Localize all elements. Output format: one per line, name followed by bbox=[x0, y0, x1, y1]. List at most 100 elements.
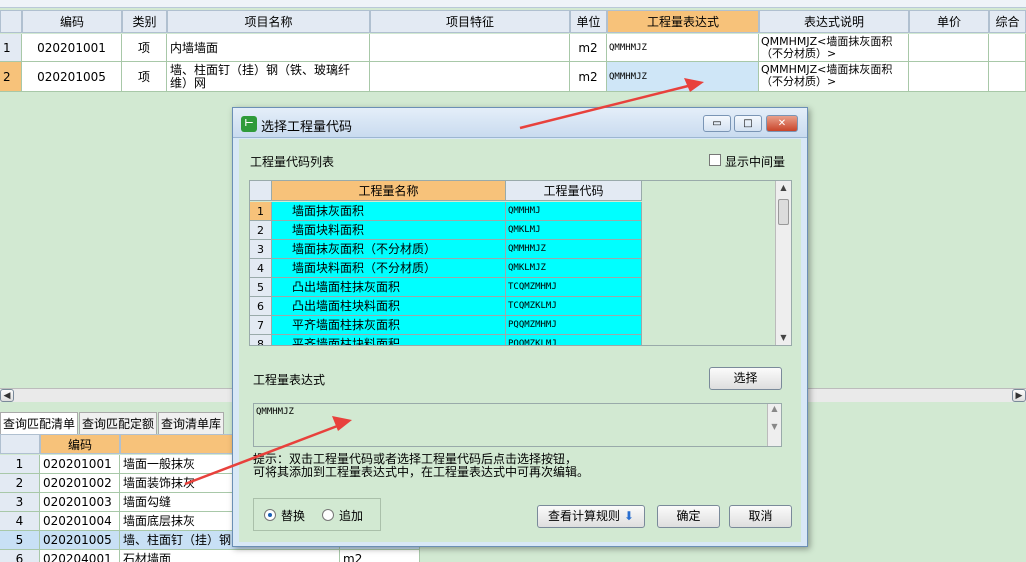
cell-expr[interactable]: QMMHMJZ bbox=[607, 62, 759, 92]
header-feature[interactable]: 项目特征 bbox=[370, 10, 570, 33]
lower-row-number[interactable]: 5 bbox=[0, 531, 40, 550]
cell-code[interactable]: 020201001 bbox=[22, 34, 122, 62]
show-middle-checkbox[interactable] bbox=[709, 154, 721, 166]
lower-row-number[interactable]: 3 bbox=[0, 493, 40, 512]
lower-cell-code[interactable]: 020201002 bbox=[40, 474, 120, 493]
cell-total[interactable] bbox=[989, 62, 1026, 92]
header-name[interactable]: 项目名称 bbox=[167, 10, 370, 33]
cell-expr[interactable]: QMMHMJZ bbox=[607, 34, 759, 62]
code-row-number[interactable]: 5 bbox=[250, 278, 272, 297]
code-row-name[interactable]: 平齐墙面柱块料面积 bbox=[272, 335, 506, 345]
code-row-number[interactable]: 8 bbox=[250, 335, 272, 345]
cell-feature[interactable] bbox=[370, 34, 570, 62]
code-list-scrollbar[interactable]: ▲ ▼ bbox=[775, 181, 791, 345]
code-row-number[interactable]: 4 bbox=[250, 259, 272, 278]
lower-row-number[interactable]: 1 bbox=[0, 455, 40, 474]
cell-type[interactable]: 项 bbox=[122, 62, 167, 92]
code-row-number[interactable]: 7 bbox=[250, 316, 272, 335]
header-price[interactable]: 单价 bbox=[909, 10, 989, 33]
lower-cell-code[interactable]: 020201004 bbox=[40, 512, 120, 531]
dialog-title: 选择工程量代码 bbox=[261, 120, 353, 135]
cell-name[interactable]: 墙、柱面钉（挂）钢（铁、玻璃纤维）网 bbox=[167, 62, 370, 92]
lower-row-number[interactable]: 2 bbox=[0, 474, 40, 493]
lower-header-code[interactable]: 编码 bbox=[40, 434, 120, 454]
minimize-icon[interactable]: ▭ bbox=[703, 115, 731, 132]
lower-cell-code[interactable]: 020201003 bbox=[40, 493, 120, 512]
header-code[interactable]: 编码 bbox=[22, 10, 122, 33]
code-list-header-name[interactable]: 工程量名称 bbox=[272, 181, 506, 201]
code-row-name[interactable]: 墙面块料面积 bbox=[272, 221, 506, 240]
select-quantity-code-dialog: ⊢ 选择工程量代码 ▭ □ ✕ 工程量代码列表 显示中间量 工程量名称 工程量代… bbox=[232, 107, 808, 547]
lower-cell-unit[interactable]: m2 bbox=[340, 550, 420, 562]
code-row-code[interactable]: PQQMZKLMJ bbox=[506, 335, 642, 345]
header-unit[interactable]: 单位 bbox=[570, 10, 607, 33]
code-row-code[interactable]: TCQMZMHMJ bbox=[506, 278, 642, 297]
header-expr[interactable]: 工程量表达式 bbox=[607, 10, 759, 33]
code-row-name[interactable]: 平齐墙面柱抹灰面积 bbox=[272, 316, 506, 335]
code-row-name[interactable]: 墙面块料面积（不分材质） bbox=[272, 259, 506, 278]
cancel-button[interactable]: 取消 bbox=[729, 505, 792, 528]
lower-cell-code[interactable]: 020204001 bbox=[40, 550, 120, 562]
close-icon[interactable]: ✕ bbox=[766, 115, 798, 132]
lower-cell-name[interactable]: 石材墙面 bbox=[120, 550, 340, 562]
scroll-up-icon[interactable]: ▲ bbox=[776, 181, 791, 195]
top-toolbar bbox=[0, 0, 1026, 8]
code-row-name[interactable]: 凸出墙面柱抹灰面积 bbox=[272, 278, 506, 297]
cell-type[interactable]: 项 bbox=[122, 34, 167, 62]
header-desc[interactable]: 表达式说明 bbox=[759, 10, 909, 33]
dialog-titlebar[interactable]: ⊢ 选择工程量代码 ▭ □ ✕ bbox=[233, 108, 807, 138]
radio-replace-label: 替换 bbox=[281, 509, 306, 523]
scroll-left-icon[interactable]: ◀ bbox=[0, 389, 14, 402]
code-row-name[interactable]: 墙面抹灰面积 bbox=[272, 202, 506, 221]
tab-match-quota[interactable]: 查询匹配定额 bbox=[79, 412, 158, 435]
code-row-code[interactable]: TCQMZKLMJ bbox=[506, 297, 642, 316]
radio-append[interactable] bbox=[322, 509, 334, 521]
code-row-code[interactable]: QMMHMJ bbox=[506, 202, 642, 221]
cell-feature[interactable] bbox=[370, 62, 570, 92]
code-row-code[interactable]: QMKLMJZ bbox=[506, 259, 642, 278]
radio-replace[interactable] bbox=[264, 509, 276, 521]
app-icon: ⊢ bbox=[241, 116, 257, 132]
expression-scrollbar[interactable]: ▲ ▼ bbox=[767, 404, 781, 446]
lower-cell-code[interactable]: 020201005 bbox=[40, 531, 120, 550]
cell-price[interactable] bbox=[909, 62, 989, 92]
radio-append-label: 追加 bbox=[339, 509, 364, 523]
code-row-name[interactable]: 凸出墙面柱块料面积 bbox=[272, 297, 506, 316]
tab-list-library[interactable]: 查询清单库 bbox=[158, 412, 225, 435]
ok-button[interactable]: 确定 bbox=[657, 505, 720, 528]
cell-unit[interactable]: m2 bbox=[570, 34, 607, 62]
code-row-name[interactable]: 墙面抹灰面积（不分材质） bbox=[272, 240, 506, 259]
maximize-icon[interactable]: □ bbox=[734, 115, 762, 132]
code-row-number[interactable]: 3 bbox=[250, 240, 272, 259]
header-type[interactable]: 类别 bbox=[122, 10, 167, 33]
scroll-down-icon[interactable]: ▼ bbox=[776, 331, 791, 345]
code-row-number[interactable]: 2 bbox=[250, 221, 272, 240]
scroll-right-icon[interactable]: ▶ bbox=[1012, 389, 1026, 402]
lower-row-number[interactable]: 4 bbox=[0, 512, 40, 531]
lower-row-number[interactable]: 6 bbox=[0, 550, 40, 562]
view-rules-button[interactable]: 查看计算规则 ⬇ bbox=[537, 505, 645, 528]
code-row-number[interactable]: 6 bbox=[250, 297, 272, 316]
code-row-code[interactable]: QMMHMJZ bbox=[506, 240, 642, 259]
code-row-code[interactable]: QMKLMJ bbox=[506, 221, 642, 240]
lower-cell-code[interactable]: 020201001 bbox=[40, 455, 120, 474]
expression-textarea[interactable]: QMMHMJZ ▲ ▼ bbox=[253, 403, 782, 447]
code-list-table: 工程量名称 工程量代码 1 墙面抹灰面积 QMMHMJ 2 墙面块料面积 QMK… bbox=[249, 180, 792, 346]
view-rules-label: 查看计算规则 bbox=[548, 509, 621, 523]
code-row-code[interactable]: PQQMZMHMJ bbox=[506, 316, 642, 335]
cell-desc[interactable]: QMMHMJZ<墙面抹灰面积（不分材质）> bbox=[759, 34, 909, 62]
cell-total[interactable] bbox=[989, 34, 1026, 62]
cell-desc[interactable]: QMMHMJZ<墙面抹灰面积（不分材质）> bbox=[759, 62, 909, 92]
tab-match-list[interactable]: 查询匹配清单 bbox=[0, 412, 79, 435]
scroll-thumb[interactable] bbox=[778, 199, 789, 225]
code-list-header-code[interactable]: 工程量代码 bbox=[506, 181, 642, 201]
cell-unit[interactable]: m2 bbox=[570, 62, 607, 92]
code-row-number[interactable]: 1 bbox=[250, 202, 272, 221]
cell-code[interactable]: 020201005 bbox=[22, 62, 122, 92]
row-number[interactable]: 1 bbox=[0, 34, 22, 62]
row-number[interactable]: 2 bbox=[0, 62, 22, 92]
select-button[interactable]: 选择 bbox=[709, 367, 782, 390]
cell-name[interactable]: 内墙墙面 bbox=[167, 34, 370, 62]
cell-price[interactable] bbox=[909, 34, 989, 62]
header-total[interactable]: 综合 bbox=[989, 10, 1026, 33]
